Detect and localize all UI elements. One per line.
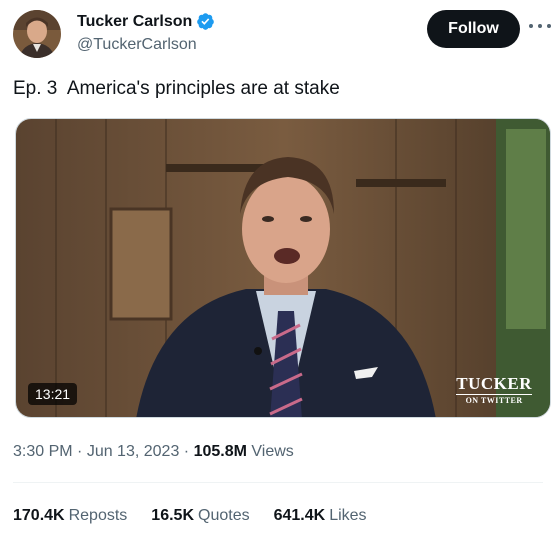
quotes-stat[interactable]: 16.5K Quotes — [151, 507, 249, 525]
meta-separator: · — [72, 443, 87, 460]
divider — [13, 482, 543, 483]
follow-button[interactable]: Follow — [427, 10, 520, 48]
watermark-sub: ON TWITTER — [456, 394, 532, 405]
quotes-count: 16.5K — [151, 507, 194, 524]
video-duration-badge: 13:21 — [28, 383, 78, 405]
video-player[interactable]: 13:21 TUCKER ON TWITTER — [15, 118, 551, 418]
reposts-label: Reposts — [68, 507, 128, 524]
video-watermark: TUCKER ON TWITTER — [456, 375, 532, 405]
display-name[interactable]: Tucker Carlson — [77, 13, 192, 31]
verified-badge-icon[interactable] — [196, 12, 215, 31]
views-count: 105.8M — [193, 443, 247, 460]
engagement-stats: 170.4K Reposts 16.5K Quotes 641.4K Likes — [13, 507, 367, 525]
tweet-text: Ep. 3 America's principles are at stake — [13, 78, 340, 99]
tweet-date[interactable]: Jun 13, 2023 — [87, 443, 180, 460]
tweet-header: Tucker Carlson @TuckerCarlson Follow — [13, 8, 551, 60]
views-label: Views — [246, 443, 294, 460]
meta-separator: · — [179, 443, 194, 460]
reposts-count: 170.4K — [13, 507, 65, 524]
likes-label: Likes — [329, 507, 367, 524]
more-options-icon[interactable] — [529, 22, 551, 30]
likes-stat[interactable]: 641.4K Likes — [274, 507, 367, 525]
avatar[interactable] — [13, 10, 61, 58]
user-handle[interactable]: @TuckerCarlson — [77, 36, 197, 54]
name-row: Tucker Carlson — [77, 12, 215, 31]
quotes-label: Quotes — [198, 507, 250, 524]
likes-count: 641.4K — [273, 507, 326, 524]
watermark-main: TUCKER — [456, 374, 532, 393]
tweet-time[interactable]: 3:30 PM — [13, 443, 73, 460]
tweet-meta: 3:30 PM · Jun 13, 2023 · 105.8M Views — [13, 443, 294, 461]
reposts-stat[interactable]: 170.4K Reposts — [13, 507, 127, 525]
